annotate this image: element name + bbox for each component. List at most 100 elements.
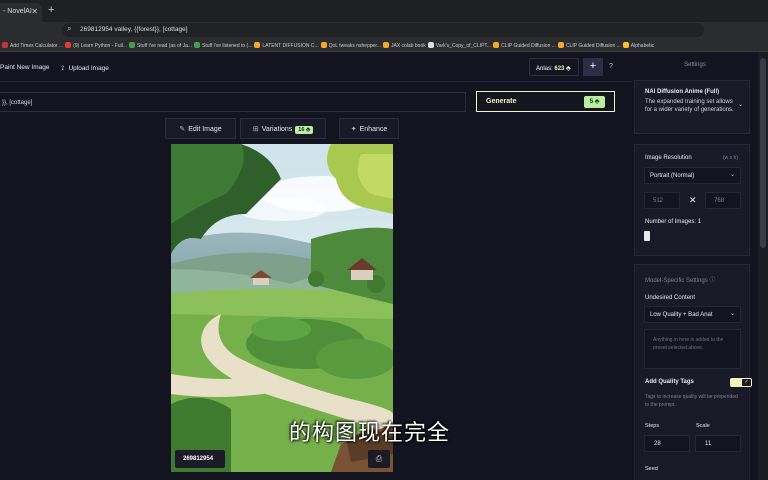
prompt-input[interactable]: }}, [cottage] xyxy=(0,92,466,112)
chevron-down-icon: ⌄ xyxy=(738,102,744,108)
page-scrollbar[interactable] xyxy=(758,52,768,480)
settings-title: Settings xyxy=(684,62,706,68)
new-tab-button[interactable]: + xyxy=(48,4,54,16)
close-icon[interactable]: ✕ xyxy=(31,7,38,16)
bookmark-label: Stuff i've listened to (... xyxy=(202,43,253,49)
model-selector[interactable]: NAI Diffusion Anime (Full) The expanded … xyxy=(634,80,750,134)
variations-cost-badge: 16 ⬘ xyxy=(295,126,314,134)
paint-new-image-label: Paint New Image xyxy=(0,64,50,71)
edit-image-button[interactable]: ✎ Edit Image xyxy=(165,118,236,139)
bookmark-label: CLIP Guided Diffusion ... xyxy=(501,43,556,49)
save-icon[interactable]: ⎙ xyxy=(368,450,390,468)
bookmark-icon xyxy=(427,42,434,48)
width-input[interactable]: 512 xyxy=(644,192,680,209)
bookmark-icon xyxy=(382,42,389,48)
pencil-icon: ✎ xyxy=(179,126,186,133)
scrollbar-thumb[interactable] xyxy=(760,58,766,248)
bookmark-icon xyxy=(557,42,564,48)
help-button[interactable]: ? xyxy=(609,63,613,70)
scale-input[interactable]: 11 xyxy=(695,435,741,452)
image-resolution-label: Image Resolution xyxy=(645,155,692,161)
bookmark-item[interactable]: LATENT DIFFUSION C... xyxy=(254,38,319,49)
bookmark-item[interactable]: Alphabetic xyxy=(622,38,655,49)
bookmark-icon xyxy=(493,42,500,48)
bookmark-item[interactable]: Add Times Calculator ... xyxy=(2,38,63,49)
tab-title: - NovelAI xyxy=(3,8,32,15)
address-bar[interactable]: ⌕ 269812954 valley, {{forest}}, [cottage… xyxy=(62,23,704,37)
generate-button[interactable]: Generate 5 ⬘ xyxy=(476,91,615,112)
bookmark-label: Vark's_Copy_of_CLIPT... xyxy=(435,43,492,49)
video-subtitle: 的构图现在完全 xyxy=(289,421,451,446)
grid-icon: ⊞ xyxy=(252,126,259,133)
bookmark-icon xyxy=(254,42,261,48)
bookmark-item[interactable]: Vark's_Copy_of_CLIPT... xyxy=(427,38,492,49)
swap-dimensions-icon[interactable]: ✕ xyxy=(689,195,697,206)
bookmark-label: Alphabetic xyxy=(630,43,655,49)
model-specific-label: Model-Specific Settings ⓘ xyxy=(645,278,716,284)
settings-panel: Settings NAI Diffusion Anime (Full) The … xyxy=(632,52,758,480)
scale-label: Scale xyxy=(696,423,710,429)
number-of-images-slider[interactable] xyxy=(644,231,741,241)
generate-label: Generate xyxy=(486,98,517,105)
buy-anlas-button[interactable]: + xyxy=(583,58,603,76)
seed-label: Seed xyxy=(645,466,658,472)
novelai-app: Paint New Image ⇪ Upload Image Anlas: 623… xyxy=(0,52,768,480)
height-input[interactable]: 768 xyxy=(705,192,741,209)
sparkle-icon: ✦ xyxy=(350,126,357,133)
seed-tag[interactable]: 269812954 xyxy=(175,450,225,468)
bookmark-item[interactable]: JAX colab book xyxy=(382,38,426,49)
anlas-value: 623 xyxy=(554,66,565,72)
paint-new-image-link[interactable]: Paint New Image xyxy=(0,64,50,71)
check-icon: ✓ xyxy=(742,379,751,386)
bookmark-label: LATENT DIFFUSION C... xyxy=(262,43,319,49)
browser-tab[interactable]: - NovelAI ✕ xyxy=(0,3,42,22)
browser-tab-bar: - NovelAI ✕ + xyxy=(0,0,768,22)
steps-label: Steps xyxy=(645,423,660,429)
upload-image-link[interactable]: ⇪ Upload Image xyxy=(60,64,109,72)
resolution-preset-value: Portrait (Normal) xyxy=(650,173,695,179)
anlas-icon: ⬘ xyxy=(566,66,571,72)
address-row: ⌕ 269812954 valley, {{forest}}, [cottage… xyxy=(0,22,768,38)
undesired-preset-value: Low Quality + Bad Anat xyxy=(650,312,713,318)
quality-tags-toggle[interactable]: ✓ xyxy=(730,378,752,387)
bookmark-item[interactable]: CLIP Guided Diffusion ... xyxy=(493,38,556,49)
model-name: NAI Diffusion Anime (Full) xyxy=(645,89,720,95)
enhance-button[interactable]: ✦ Enhance xyxy=(339,118,399,139)
variations-label: Variations xyxy=(261,126,293,133)
undesired-content-label: Undesired Content xyxy=(645,295,696,301)
resolution-unit: (w x h) xyxy=(723,155,738,161)
bookmark-item[interactable]: QoL tweaks nshepper... xyxy=(320,38,381,49)
bookmark-label: Add Times Calculator ... xyxy=(10,43,64,49)
bookmark-icon xyxy=(622,42,629,48)
bookmark-item[interactable]: Stuff i've read (as of Ja... xyxy=(129,38,192,49)
image-resolution-card: Image Resolution (w x h) Portrait (Norma… xyxy=(634,144,750,256)
bookmark-item[interactable]: CLIP Guided Diffusion ... xyxy=(557,38,621,49)
bookmark-label: CLIP Guided Diffusion ... xyxy=(565,43,621,49)
bookmark-label: JAX colab book xyxy=(390,43,426,49)
edit-image-label: Edit Image xyxy=(188,126,222,133)
bookmark-item[interactable]: (9) Learn Python - Full... xyxy=(65,38,127,49)
slider-handle[interactable] xyxy=(644,231,650,241)
undesired-content-textarea[interactable]: Anything in here is added to the preset … xyxy=(644,329,741,369)
model-description: The expanded training set allows for a w… xyxy=(645,99,734,113)
address-text: 269812954 valley, {{forest}}, [cottage] xyxy=(80,26,188,33)
chevron-down-icon: ⌄ xyxy=(729,172,735,178)
steps-input[interactable]: 28 xyxy=(644,435,690,452)
upload-icon: ⇪ xyxy=(60,65,66,72)
bookmark-label: (9) Learn Python - Full... xyxy=(73,43,127,49)
top-nav: Paint New Image ⇪ Upload Image Anlas: 623… xyxy=(0,52,632,82)
number-of-images-label: Number of Images: 1 xyxy=(645,219,702,225)
quality-tags-row: Add Quality Tags ✓ xyxy=(645,377,752,389)
bookmark-label: QoL tweaks nshepper... xyxy=(328,43,381,49)
upload-image-label: Upload Image xyxy=(68,65,109,72)
anlas-display: Anlas: 623 ⬘ xyxy=(529,58,579,76)
undesired-preset-select[interactable]: Low Quality + Bad Anat ⌄ xyxy=(644,306,741,323)
anlas-label: Anlas: xyxy=(536,66,553,72)
bookmark-icon xyxy=(194,42,201,48)
resolution-preset-select[interactable]: Portrait (Normal) ⌄ xyxy=(644,167,741,184)
variations-button[interactable]: ⊞ Variations 16 ⬘ xyxy=(240,118,326,139)
search-icon: ⌕ xyxy=(67,24,72,33)
bookmark-item[interactable]: Stuff i've listened to (... xyxy=(194,38,252,49)
bookmark-icon xyxy=(2,42,8,48)
chevron-down-icon: ⌄ xyxy=(729,311,735,317)
